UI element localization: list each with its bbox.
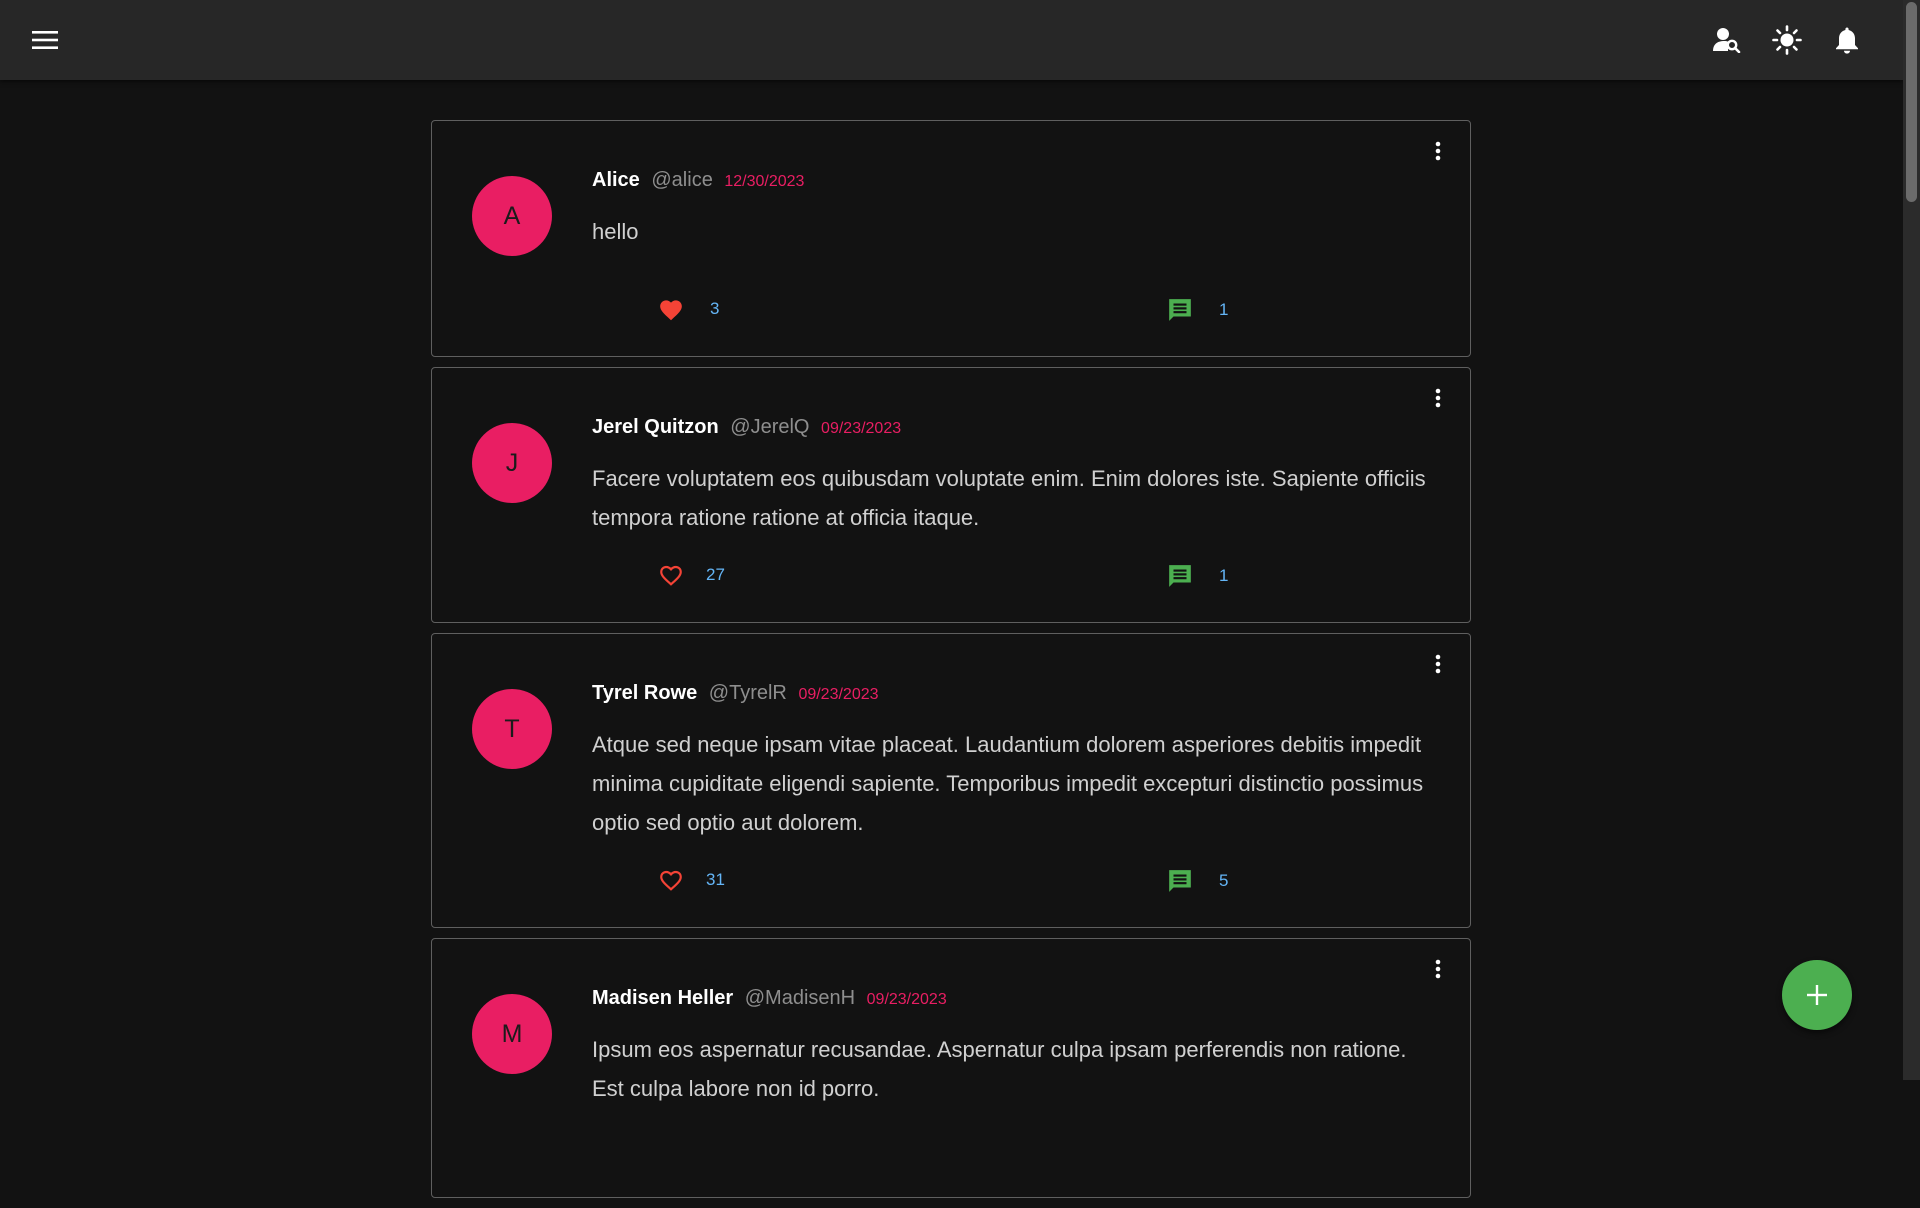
post-content: Alice @alice 12/30/2023 hello: [592, 168, 1440, 251]
more-options-button[interactable]: [1426, 139, 1450, 163]
theme-toggle-button[interactable]: [1763, 16, 1811, 64]
post-content: Jerel Quitzon @JerelQ 09/23/2023 Facere …: [592, 415, 1440, 537]
menu-button[interactable]: [21, 16, 69, 64]
heart-outline-icon: [660, 870, 682, 891]
comment-count: 1: [1219, 566, 1229, 585]
avatar[interactable]: J: [472, 423, 552, 503]
like-button[interactable]: 3: [658, 297, 719, 321]
like-count: 3: [710, 299, 720, 318]
menu-icon: [32, 31, 58, 49]
comment-button[interactable]: 5: [1167, 868, 1228, 894]
post-text: hello: [592, 219, 639, 244]
more-vert-icon: [1435, 388, 1441, 408]
like-count: 31: [706, 870, 725, 889]
post-header: Madisen Heller @MadisenH 09/23/2023: [592, 986, 1440, 1012]
author-name[interactable]: Madisen Heller: [592, 987, 733, 1009]
bell-icon: [1836, 27, 1858, 54]
author-handle: @MadisenH: [744, 987, 856, 1009]
author-handle: @TyrelR: [708, 682, 787, 704]
person-search-icon: [1713, 28, 1741, 53]
more-vert-icon: [1435, 141, 1441, 161]
like-button[interactable]: 27: [658, 563, 725, 587]
author-name[interactable]: Tyrel Rowe: [592, 682, 697, 704]
comment-count: 1: [1219, 300, 1229, 319]
comment-icon: [1169, 565, 1191, 587]
post-date: 09/23/2023: [821, 420, 902, 437]
post-card: M Madisen Heller @MadisenH 09/23/2023 Ip…: [431, 938, 1471, 1198]
plus-icon: [1807, 985, 1827, 1005]
comment-button[interactable]: 1: [1167, 297, 1228, 323]
post-header: Alice @alice 12/30/2023: [592, 168, 1440, 194]
post-text: Atque sed neque ipsam vitae placeat. Lau…: [592, 732, 1424, 835]
like-count: 27: [706, 565, 725, 584]
more-options-button[interactable]: [1426, 957, 1450, 981]
post-feed: A Alice @alice 12/30/2023 hello 3 1 J Je…: [431, 120, 1471, 1208]
post-content: Tyrel Rowe @TyrelR 09/23/2023 Atque sed …: [592, 681, 1440, 842]
avatar[interactable]: A: [472, 176, 552, 256]
post-header: Tyrel Rowe @TyrelR 09/23/2023: [592, 681, 1440, 707]
scrollbar-thumb[interactable]: [1906, 2, 1917, 202]
author-handle: @JerelQ: [730, 416, 810, 438]
post-date: 12/30/2023: [724, 173, 805, 190]
author-name[interactable]: Alice: [592, 169, 640, 191]
page-scrollbar[interactable]: [1903, 0, 1920, 1080]
comment-button[interactable]: 1: [1167, 563, 1228, 589]
comment-icon: [1169, 870, 1191, 892]
more-options-button[interactable]: [1426, 652, 1450, 676]
post-card: A Alice @alice 12/30/2023 hello 3 1: [431, 120, 1471, 357]
author-handle: @alice: [651, 169, 713, 191]
comment-count: 5: [1219, 871, 1229, 890]
post-text: Facere voluptatem eos quibusdam voluptat…: [592, 466, 1426, 530]
post-content: Madisen Heller @MadisenH 09/23/2023 Ipsu…: [592, 986, 1440, 1108]
brightness-icon: [1772, 25, 1802, 55]
user-search-button[interactable]: [1703, 16, 1751, 64]
avatar[interactable]: T: [472, 689, 552, 769]
post-header: Jerel Quitzon @JerelQ 09/23/2023: [592, 415, 1440, 441]
like-button[interactable]: 31: [658, 868, 725, 892]
notifications-button[interactable]: [1823, 16, 1871, 64]
more-vert-icon: [1435, 959, 1441, 979]
avatar[interactable]: M: [472, 994, 552, 1074]
post-date: 09/23/2023: [866, 991, 947, 1008]
post-text: Ipsum eos aspernatur recusandae. Asperna…: [592, 1037, 1407, 1101]
heart-outline-icon: [660, 565, 682, 586]
post-card: J Jerel Quitzon @JerelQ 09/23/2023 Facer…: [431, 367, 1471, 623]
post-date: 09/23/2023: [798, 686, 879, 703]
comment-icon: [1169, 299, 1191, 321]
heart-filled-icon: [660, 300, 682, 321]
create-post-button[interactable]: [1782, 960, 1852, 1030]
more-vert-icon: [1435, 654, 1441, 674]
post-card: T Tyrel Rowe @TyrelR 09/23/2023 Atque se…: [431, 633, 1471, 928]
author-name[interactable]: Jerel Quitzon: [592, 416, 719, 438]
more-options-button[interactable]: [1426, 386, 1450, 410]
app-bar: [0, 0, 1903, 80]
